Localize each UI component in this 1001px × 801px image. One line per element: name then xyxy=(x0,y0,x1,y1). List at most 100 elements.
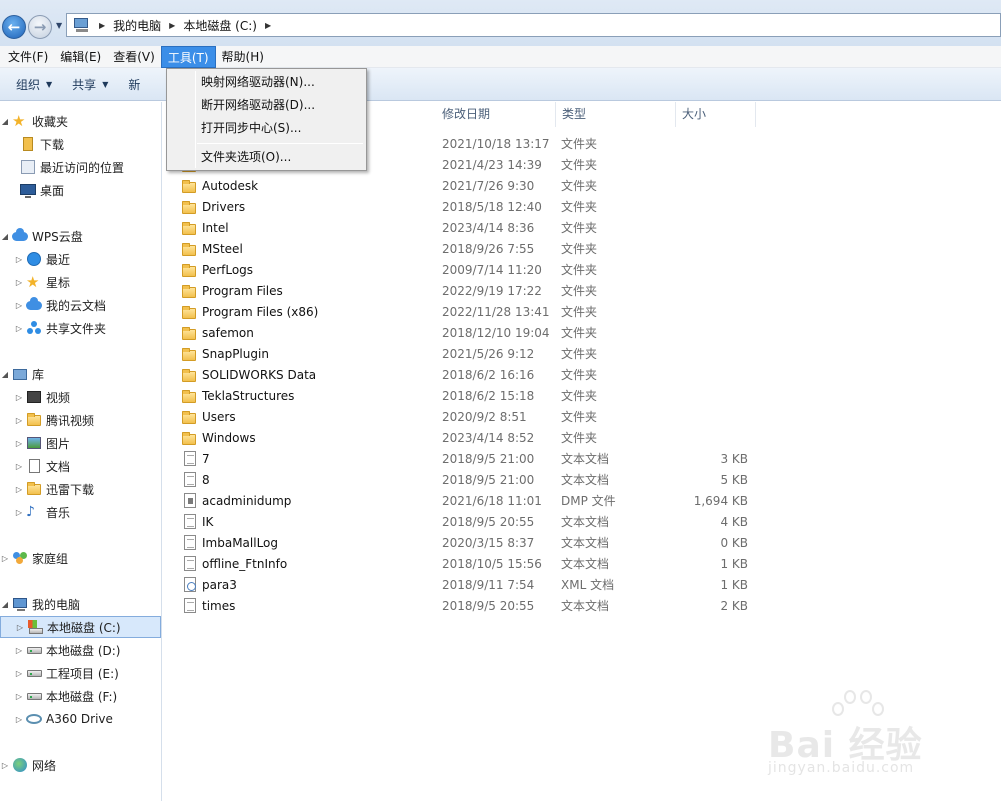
address-bar[interactable]: ▶ 我的电脑 ▶ 本地磁盘 (C:) ▶ xyxy=(66,13,1001,37)
expand-icon[interactable]: ▷ xyxy=(14,393,24,402)
table-row[interactable]: Program Files 2022/9/19 17:22 文件夹 xyxy=(163,281,1001,302)
menu-help[interactable]: 帮助(H) xyxy=(216,46,270,68)
table-row[interactable]: ImbaMallLog 2020/3/15 8:37 文本文档 0 KB xyxy=(163,533,1001,554)
forward-button[interactable]: → xyxy=(28,15,52,39)
expand-icon[interactable]: ▷ xyxy=(14,692,24,701)
table-row[interactable]: Autodesk 2021/7/26 9:30 文件夹 xyxy=(163,176,1001,197)
table-row[interactable]: Users 2020/9/2 8:51 文件夹 xyxy=(163,407,1001,428)
computer-icon xyxy=(73,17,91,33)
file-name: offline_FtnInfo xyxy=(202,557,288,571)
expand-icon[interactable]: ▷ xyxy=(14,715,24,724)
column-header-size[interactable]: 大小 xyxy=(676,102,756,127)
nav-recent-places[interactable]: 最近访问的位置 xyxy=(0,156,161,178)
collapse-icon[interactable]: ◢ xyxy=(0,232,10,241)
recent-pages-dropdown[interactable]: ▼ xyxy=(56,21,66,31)
nav-desktop[interactable]: 桌面 xyxy=(0,179,161,201)
nav-documents[interactable]: ▷ 文档 xyxy=(0,455,161,477)
expand-icon[interactable]: ▷ xyxy=(14,255,24,264)
expand-icon[interactable]: ▷ xyxy=(14,485,24,494)
menu-tools[interactable]: 工具(T) xyxy=(160,45,216,68)
nav-downloads[interactable]: 下载 xyxy=(0,133,161,155)
column-header-type[interactable]: 类型 xyxy=(556,102,676,127)
expand-icon[interactable]: ▷ xyxy=(14,508,24,517)
file-type: 文件夹 xyxy=(561,368,598,382)
collapse-icon[interactable]: ◢ xyxy=(0,370,10,379)
file-date: 2021/4/23 14:39 xyxy=(442,158,542,172)
dump-file-icon xyxy=(181,493,197,510)
expand-icon[interactable]: ▷ xyxy=(14,416,24,425)
expand-icon[interactable]: ▷ xyxy=(14,278,24,287)
menu-file[interactable]: 文件(F) xyxy=(2,46,54,68)
breadcrumb-arrow-icon[interactable]: ▶ xyxy=(169,21,175,30)
nav-wps-recent[interactable]: ▷ 最近 xyxy=(0,248,161,270)
expand-icon[interactable]: ▷ xyxy=(14,301,24,310)
table-row[interactable]: MSteel 2018/9/26 7:55 文件夹 xyxy=(163,239,1001,260)
nav-a360-drive[interactable]: ▷ A360 Drive xyxy=(0,708,161,730)
table-row[interactable]: offline_FtnInfo 2018/10/5 15:56 文本文档 1 KB xyxy=(163,554,1001,575)
nav-homegroup[interactable]: ▷ 家庭组 xyxy=(0,547,161,569)
nav-drive-f[interactable]: ▷ 本地磁盘 (F:) xyxy=(0,685,161,707)
organize-button[interactable]: 组织 ▼ xyxy=(6,76,62,93)
nav-videos[interactable]: ▷ 视频 xyxy=(0,386,161,408)
breadcrumb-computer[interactable]: 我的电脑 xyxy=(113,17,161,34)
expand-icon[interactable]: ▷ xyxy=(14,669,24,678)
table-row[interactable]: SnapPlugin 2021/5/26 9:12 文件夹 xyxy=(163,344,1001,365)
expand-icon[interactable]: ▷ xyxy=(15,623,25,632)
table-row[interactable]: para3 2018/9/11 7:54 XML 文档 1 KB xyxy=(163,575,1001,596)
table-row[interactable]: acadminidump 2021/6/18 11:01 DMP 文件 1,694 K… xyxy=(163,491,1001,512)
menu-edit[interactable]: 编辑(E) xyxy=(54,46,107,68)
expand-icon[interactable]: ▷ xyxy=(14,646,24,655)
nav-drive-e[interactable]: ▷ 工程项目 (E:) xyxy=(0,662,161,684)
table-row[interactable]: Intel 2023/4/14 8:36 文件夹 xyxy=(163,218,1001,239)
nav-wps-starred[interactable]: ▷ ★ 星标 xyxy=(0,271,161,293)
table-row[interactable]: 8 2018/9/5 21:00 文本文档 5 KB xyxy=(163,470,1001,491)
nav-network[interactable]: ▷ 网络 xyxy=(0,754,161,776)
new-folder-button[interactable]: 新 xyxy=(118,76,150,93)
menu-folder-options[interactable]: 文件夹选项(O)... xyxy=(169,146,364,168)
table-row[interactable]: Windows 2023/4/14 8:52 文件夹 xyxy=(163,428,1001,449)
table-row[interactable]: safemon 2018/12/10 19:04 文件夹 xyxy=(163,323,1001,344)
table-row[interactable]: IK 2018/9/5 20:55 文本文档 4 KB xyxy=(163,512,1001,533)
nav-music[interactable]: ▷ ♪ 音乐 xyxy=(0,501,161,523)
breadcrumb-drive-c[interactable]: 本地磁盘 (C:) xyxy=(183,17,257,34)
share-button[interactable]: 共享 ▼ xyxy=(62,76,118,93)
expand-icon[interactable]: ▷ xyxy=(14,324,24,333)
nav-computer[interactable]: ◢ 我的电脑 xyxy=(0,593,161,615)
organize-label: 组织 xyxy=(16,77,41,92)
forward-arrow-icon: → xyxy=(33,18,47,36)
menu-view[interactable]: 查看(V) xyxy=(107,46,161,68)
nav-drive-d[interactable]: ▷ 本地磁盘 (D:) xyxy=(0,639,161,661)
table-row[interactable]: PerfLogs 2009/7/14 11:20 文件夹 xyxy=(163,260,1001,281)
expand-icon[interactable]: ▷ xyxy=(0,761,10,770)
expand-icon[interactable]: ▷ xyxy=(14,462,24,471)
back-button[interactable]: ← xyxy=(2,15,26,39)
breadcrumb-arrow-icon[interactable]: ▶ xyxy=(265,21,271,30)
nav-wps-cloud[interactable]: ◢ WPS云盘 xyxy=(0,225,161,247)
nav-drive-c[interactable]: ▷ 本地磁盘 (C:) xyxy=(0,616,161,638)
table-row[interactable]: 7 2018/9/5 21:00 文本文档 3 KB xyxy=(163,449,1001,470)
table-row[interactable]: SOLIDWORKS Data 2018/6/2 16:16 文件夹 xyxy=(163,365,1001,386)
nav-wps-my-docs[interactable]: ▷ 我的云文档 xyxy=(0,294,161,316)
nav-library[interactable]: ◢ 库 xyxy=(0,363,161,385)
collapse-icon[interactable]: ◢ xyxy=(0,600,10,609)
menu-map-network-drive[interactable]: 映射网络驱动器(N)... xyxy=(169,71,364,93)
table-row[interactable]: Program Files (x86) 2022/11/28 13:41 文件夹 xyxy=(163,302,1001,323)
folder-icon xyxy=(181,367,197,384)
nav-thunder-downloads[interactable]: ▷ 迅雷下载 xyxy=(0,478,161,500)
breadcrumb-arrow-icon[interactable]: ▶ xyxy=(99,21,105,30)
watermark-url: jingyan.baidu.com xyxy=(768,760,915,776)
expand-icon[interactable]: ▷ xyxy=(0,554,10,563)
table-row[interactable]: times 2018/9/5 20:55 文本文档 2 KB xyxy=(163,596,1001,617)
collapse-icon[interactable]: ◢ xyxy=(0,117,10,126)
menu-open-sync-center[interactable]: 打开同步中心(S)... xyxy=(169,117,364,139)
expand-icon[interactable]: ▷ xyxy=(14,439,24,448)
nav-favorites[interactable]: ◢ ★ 收藏夹 xyxy=(0,110,161,132)
table-row[interactable]: TeklaStructures 2018/6/2 15:18 文件夹 xyxy=(163,386,1001,407)
nav-wps-shared[interactable]: ▷ 共享文件夹 xyxy=(0,317,161,339)
nav-network-label: 网络 xyxy=(32,758,57,773)
nav-pictures[interactable]: ▷ 图片 xyxy=(0,432,161,454)
menu-disconnect-network-drive[interactable]: 断开网络驱动器(D)... xyxy=(169,94,364,116)
table-row[interactable]: Drivers 2018/5/18 12:40 文件夹 xyxy=(163,197,1001,218)
nav-tencent-video[interactable]: ▷ 腾讯视频 xyxy=(0,409,161,431)
column-header-date[interactable]: 修改日期 xyxy=(436,102,556,127)
